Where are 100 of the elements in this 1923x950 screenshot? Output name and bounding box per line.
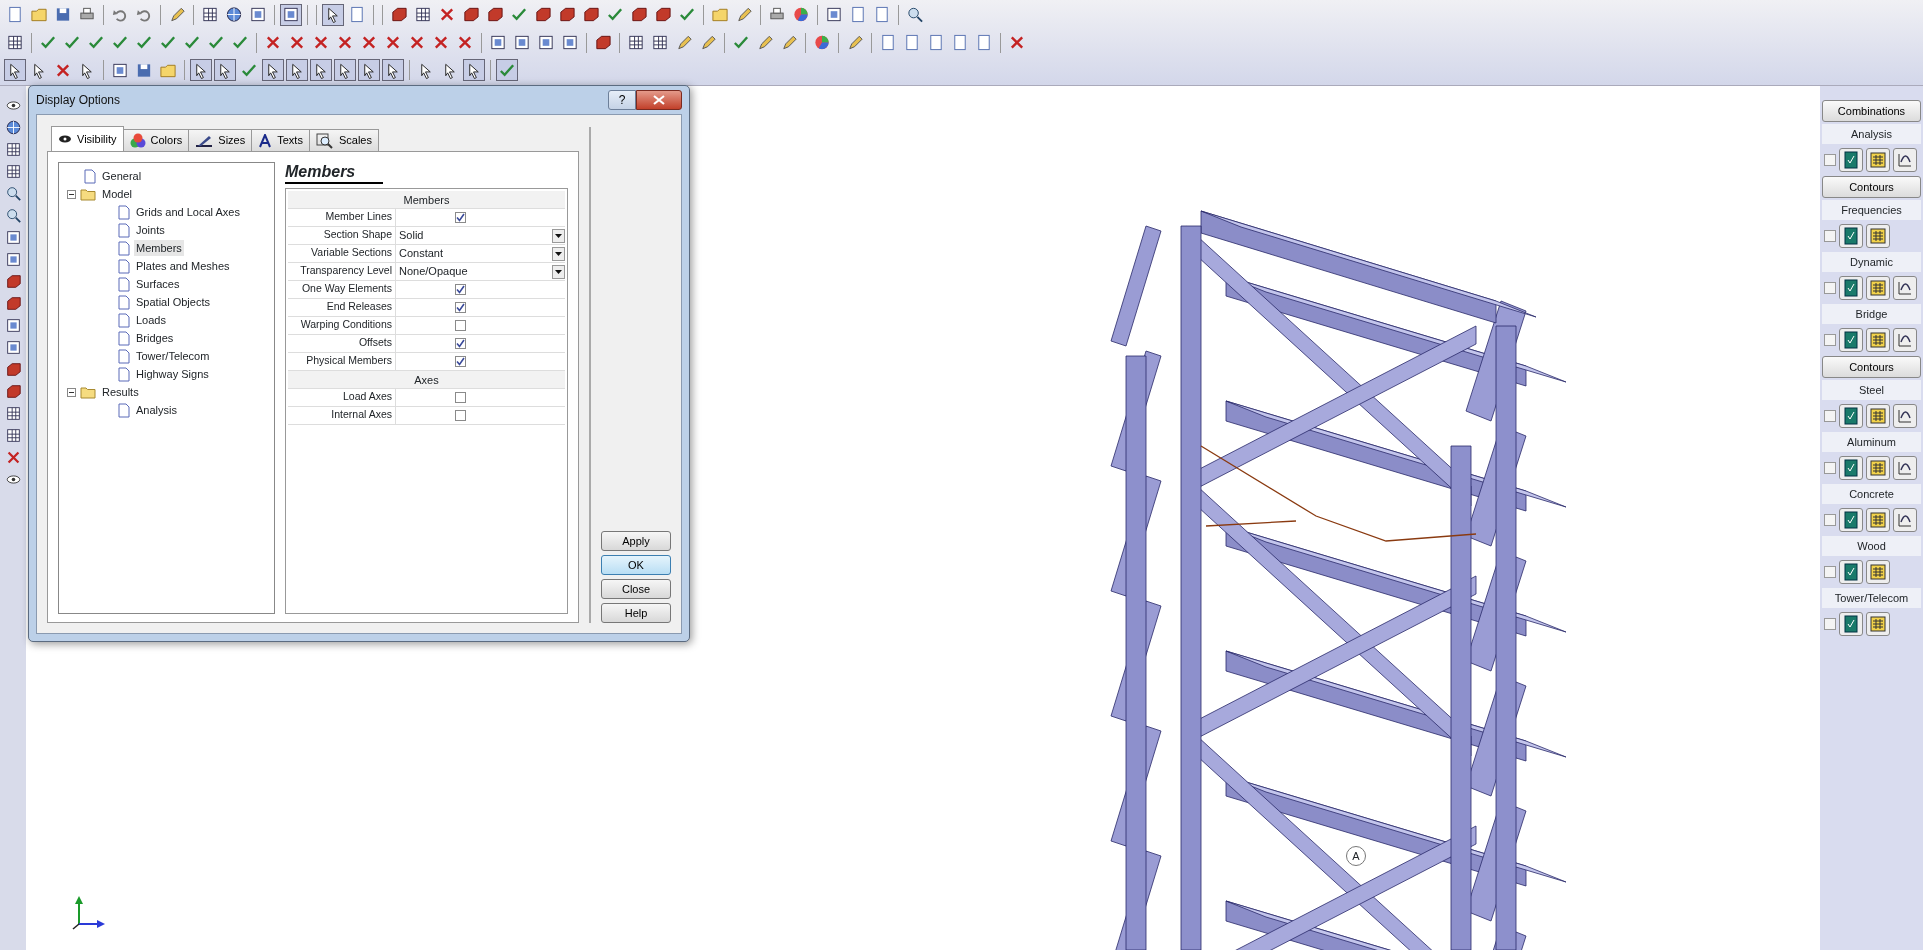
panel-tool-button[interactable] bbox=[1866, 612, 1890, 636]
toolbar-button[interactable] bbox=[310, 59, 332, 82]
tree-item[interactable]: General bbox=[100, 167, 144, 185]
cube-icon bbox=[4, 360, 22, 378]
panel-tool-button[interactable] bbox=[1893, 456, 1917, 480]
panel-tool-button[interactable] bbox=[1866, 224, 1890, 248]
dropdown-field[interactable]: Constant bbox=[396, 245, 565, 262]
panel-tool-button[interactable] bbox=[1893, 276, 1917, 300]
tree-item[interactable]: Spatial Objects bbox=[134, 293, 212, 311]
panel-tool-button[interactable] bbox=[1839, 456, 1863, 480]
tab[interactable]: Visibility bbox=[51, 126, 124, 151]
panel-tool-button[interactable] bbox=[1893, 328, 1917, 352]
panel-tool-button[interactable] bbox=[1839, 404, 1863, 428]
tree-item[interactable]: Surfaces bbox=[134, 275, 182, 293]
panel-tool-button[interactable] bbox=[1866, 560, 1890, 584]
color-circles-icon bbox=[129, 132, 146, 149]
panel-tool-button[interactable] bbox=[1866, 508, 1890, 532]
tree-item[interactable]: Members bbox=[134, 239, 184, 257]
checkbox[interactable] bbox=[455, 338, 466, 349]
checkbox[interactable] bbox=[455, 356, 466, 367]
tree-item[interactable]: Analysis bbox=[134, 401, 179, 419]
checkbox[interactable] bbox=[1824, 334, 1836, 346]
section-marker: A bbox=[1346, 846, 1366, 866]
magnifier-icon bbox=[906, 5, 924, 25]
toolbar-button[interactable] bbox=[322, 3, 344, 26]
checkbox[interactable] bbox=[1824, 514, 1836, 526]
dialog-button[interactable]: Close bbox=[601, 579, 671, 599]
pencil-icon bbox=[780, 33, 798, 52]
checkbox[interactable] bbox=[455, 284, 466, 295]
page-icon bbox=[118, 366, 130, 382]
tree-item[interactable]: Bridges bbox=[134, 329, 176, 347]
magnifier-icon bbox=[4, 206, 22, 224]
tab[interactable]: Colors bbox=[122, 129, 190, 151]
panel-tool-button[interactable] bbox=[1893, 148, 1917, 172]
toolbar-button[interactable] bbox=[280, 3, 302, 26]
dialog-button[interactable]: OK bbox=[601, 555, 671, 575]
panel-tool-button[interactable] bbox=[1893, 404, 1917, 428]
table-icon bbox=[1868, 150, 1888, 170]
panel-tool-button[interactable] bbox=[1866, 404, 1890, 428]
tree-item[interactable]: Highway Signs bbox=[134, 365, 211, 383]
toolbar-button[interactable] bbox=[4, 59, 26, 82]
checkbox[interactable] bbox=[1824, 462, 1836, 474]
toolbar-button[interactable] bbox=[262, 59, 284, 82]
tab[interactable]: Scales bbox=[308, 129, 379, 151]
collapse-toggle-icon[interactable] bbox=[67, 189, 76, 199]
checkbox[interactable] bbox=[455, 302, 466, 313]
panel-tool-button[interactable] bbox=[1893, 508, 1917, 532]
toolbar-button[interactable] bbox=[214, 59, 236, 82]
panel-button[interactable]: Combinations bbox=[1822, 100, 1921, 122]
toolbar-button[interactable] bbox=[463, 59, 485, 82]
panel-tool-button[interactable] bbox=[1839, 612, 1863, 636]
checkbox[interactable] bbox=[1824, 566, 1836, 578]
checkbox[interactable] bbox=[455, 212, 466, 223]
tab[interactable]: Sizes bbox=[188, 129, 253, 151]
table-icon bbox=[1868, 510, 1888, 530]
panel-tool-button[interactable] bbox=[1866, 328, 1890, 352]
toolbar-button[interactable] bbox=[190, 59, 212, 82]
checkbox[interactable] bbox=[455, 320, 466, 331]
tab[interactable]: Texts bbox=[251, 129, 310, 151]
frame-icon bbox=[537, 33, 555, 52]
checkbox[interactable] bbox=[455, 410, 466, 421]
panel-tool-button[interactable] bbox=[1866, 148, 1890, 172]
panel-tool-button[interactable] bbox=[1839, 224, 1863, 248]
panel-tool-button[interactable] bbox=[1839, 560, 1863, 584]
panel-button[interactable]: Contours bbox=[1822, 176, 1921, 198]
close-button[interactable] bbox=[636, 90, 682, 110]
dialog-button[interactable]: Apply bbox=[601, 531, 671, 551]
toolbar-button[interactable] bbox=[358, 59, 380, 82]
tree-item[interactable]: Tower/Telecom bbox=[134, 347, 212, 365]
section-label: Wood bbox=[1822, 536, 1921, 556]
tree-item[interactable]: Model bbox=[100, 185, 134, 203]
toolbar-button[interactable] bbox=[286, 59, 308, 82]
checkbox[interactable] bbox=[1824, 154, 1836, 166]
tree-item[interactable]: Results bbox=[100, 383, 141, 401]
panel-tool-button[interactable] bbox=[1866, 456, 1890, 480]
checkbox[interactable] bbox=[1824, 618, 1836, 630]
panel-button[interactable]: Contours bbox=[1822, 356, 1921, 378]
dropdown-field[interactable]: Solid bbox=[396, 227, 565, 244]
toolbar-button[interactable] bbox=[334, 59, 356, 82]
checkbox[interactable] bbox=[455, 392, 466, 403]
checkbox[interactable] bbox=[1824, 410, 1836, 422]
panel-tool-button[interactable] bbox=[1839, 328, 1863, 352]
collapse-toggle-icon[interactable] bbox=[67, 387, 76, 397]
dropdown-field[interactable]: None/Opaque bbox=[396, 263, 565, 280]
toolbar-button[interactable] bbox=[496, 59, 518, 82]
status-bar-icon bbox=[1841, 330, 1861, 350]
panel-tool-button[interactable] bbox=[1839, 276, 1863, 300]
panel-tool-button[interactable] bbox=[1839, 508, 1863, 532]
tree-item[interactable]: Plates and Meshes bbox=[134, 257, 232, 275]
panel-tool-button[interactable] bbox=[1839, 148, 1863, 172]
panel-tool-button[interactable] bbox=[1866, 276, 1890, 300]
toolbar-button[interactable] bbox=[382, 59, 404, 82]
dialog-button[interactable]: Help bbox=[601, 603, 671, 623]
page-icon bbox=[873, 5, 891, 25]
checkbox[interactable] bbox=[1824, 230, 1836, 242]
help-button[interactable]: ? bbox=[608, 90, 636, 110]
tree-item[interactable]: Joints bbox=[134, 221, 167, 239]
tree-item[interactable]: Grids and Local Axes bbox=[134, 203, 242, 221]
checkbox[interactable] bbox=[1824, 282, 1836, 294]
tree-item[interactable]: Loads bbox=[134, 311, 168, 329]
